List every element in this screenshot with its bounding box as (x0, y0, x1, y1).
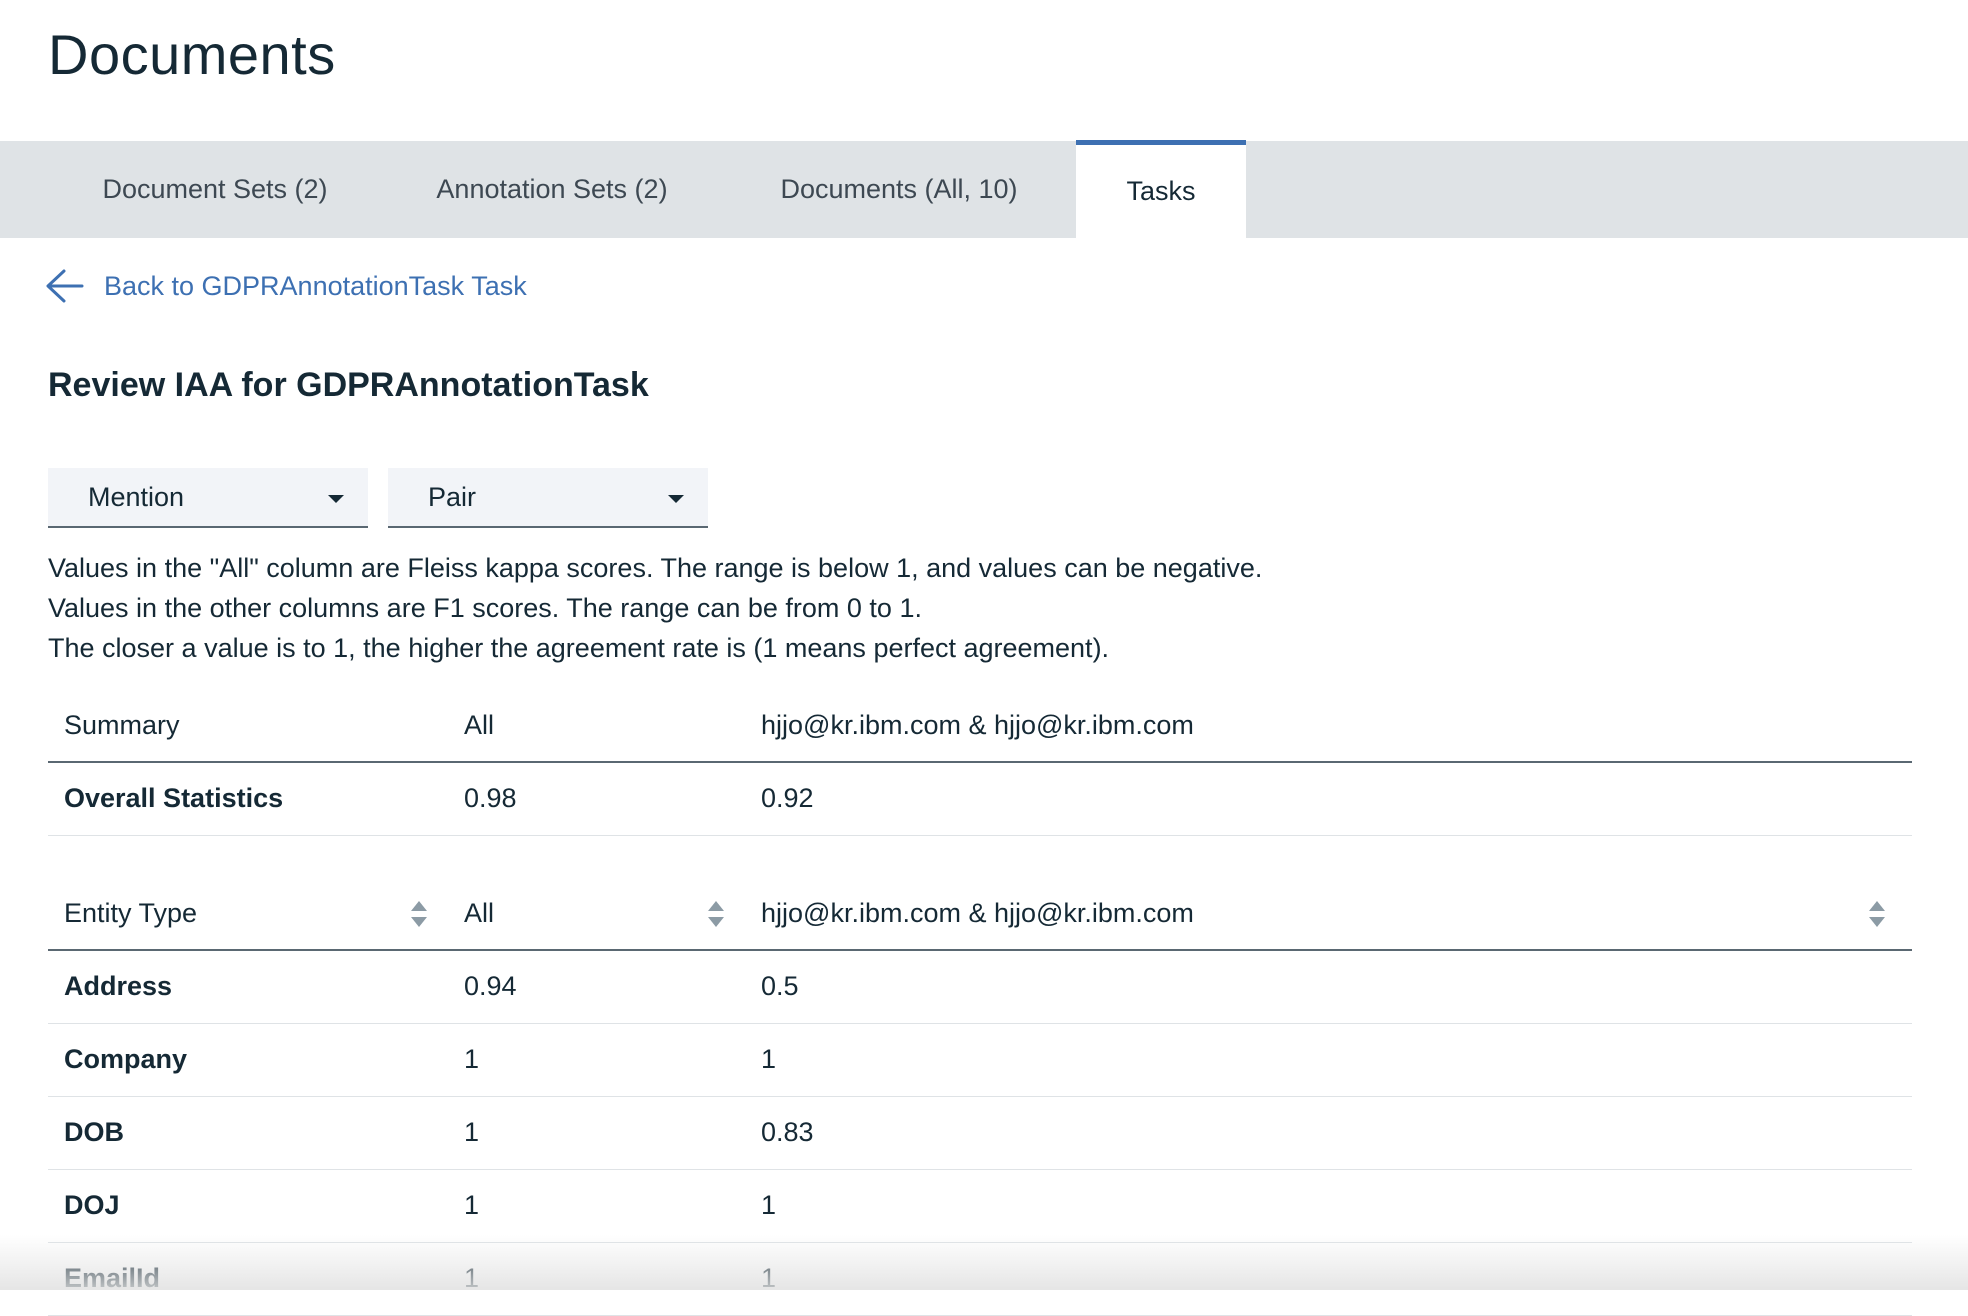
table-row: Company 1 1 (48, 1023, 1912, 1097)
cell-all: 1 (448, 1242, 745, 1316)
tab-document-sets[interactable]: Document Sets (2) (48, 141, 382, 238)
entity-type-header[interactable]: Entity Type (48, 878, 448, 951)
row-label: Company (48, 1023, 448, 1097)
summary-header-pair: hjjo@kr.ibm.com & hjjo@kr.ibm.com (745, 690, 1912, 763)
cell-all: 1 (448, 1023, 745, 1097)
summary-header-all: All (448, 690, 745, 763)
sort-icon[interactable] (707, 899, 725, 929)
row-label: Address (48, 950, 448, 1024)
tab-documents[interactable]: Documents (All, 10) (722, 141, 1076, 238)
tab-bar: Document Sets (2) Annotation Sets (2) Do… (0, 140, 1968, 238)
header-label: All (464, 898, 495, 928)
cell-pair: 0.92 (745, 762, 1912, 836)
cell-pair: 0.5 (745, 950, 1912, 1024)
summary-header-row: Summary All hjjo@kr.ibm.com & hjjo@kr.ib… (48, 690, 1912, 763)
table-row: EmailId 1 1 (48, 1242, 1912, 1316)
tab-annotation-sets[interactable]: Annotation Sets (2) (382, 141, 722, 238)
summary-header-label: Summary (48, 690, 448, 763)
back-to-task-link[interactable]: Back to GDPRAnnotationTask Task (44, 268, 527, 304)
cell-pair: 1 (745, 1242, 1912, 1316)
table-row: Overall Statistics 0.98 0.92 (48, 762, 1912, 836)
header-label: hjjo@kr.ibm.com & hjjo@kr.ibm.com (761, 898, 1194, 928)
tab-label: Documents (All, 10) (780, 174, 1018, 204)
table-row: DOJ 1 1 (48, 1169, 1912, 1243)
cell-all: 1 (448, 1169, 745, 1243)
row-label: DOJ (48, 1169, 448, 1243)
cell-pair: 0.83 (745, 1096, 1912, 1170)
entity-all-header[interactable]: All (448, 878, 745, 951)
table-row: DOB 1 0.83 (48, 1096, 1912, 1170)
page-title: Documents (48, 23, 336, 86)
description-line: Values in the other columns are F1 score… (48, 593, 922, 623)
cell-all: 1 (448, 1096, 745, 1170)
row-label: EmailId (48, 1242, 448, 1316)
type-select[interactable]: Mention (48, 468, 368, 528)
entity-table: Entity Type All hjjo@kr.ibm.com & hjjo@k… (48, 878, 1912, 1316)
sort-icon[interactable] (1868, 899, 1886, 929)
sort-icon[interactable] (410, 899, 428, 929)
header-label: Entity Type (64, 898, 198, 928)
tab-label: Document Sets (2) (102, 174, 328, 204)
description: Values in the "All" column are Fleiss ka… (48, 548, 1262, 668)
entity-pair-header[interactable]: hjjo@kr.ibm.com & hjjo@kr.ibm.com (745, 878, 1912, 951)
row-label: Overall Statistics (48, 762, 448, 836)
section-title: Review IAA for GDPRAnnotationTask (48, 366, 649, 404)
entity-header-row: Entity Type All hjjo@kr.ibm.com & hjjo@k… (48, 878, 1912, 951)
back-link-label: Back to GDPRAnnotationTask Task (104, 270, 527, 301)
tab-label: Tasks (1126, 176, 1196, 206)
tab-tasks[interactable]: Tasks (1076, 140, 1246, 238)
mode-select-value: Pair (428, 481, 477, 512)
cell-pair: 1 (745, 1023, 1912, 1097)
table-row: Address 0.94 0.5 (48, 950, 1912, 1024)
mode-select[interactable]: Pair (388, 468, 708, 528)
cell-pair: 1 (745, 1169, 1912, 1243)
description-line: Values in the "All" column are Fleiss ka… (48, 553, 1263, 583)
caret-down-icon (328, 495, 344, 503)
cell-all: 0.98 (448, 762, 745, 836)
caret-down-icon (668, 495, 684, 503)
row-label: DOB (48, 1096, 448, 1170)
summary-table: Summary All hjjo@kr.ibm.com & hjjo@kr.ib… (48, 690, 1912, 836)
cell-all: 0.94 (448, 950, 745, 1024)
arrow-left-icon (46, 269, 84, 303)
tab-label: Annotation Sets (2) (436, 174, 668, 204)
description-line: The closer a value is to 1, the higher t… (48, 633, 1110, 663)
type-select-value: Mention (88, 481, 185, 512)
